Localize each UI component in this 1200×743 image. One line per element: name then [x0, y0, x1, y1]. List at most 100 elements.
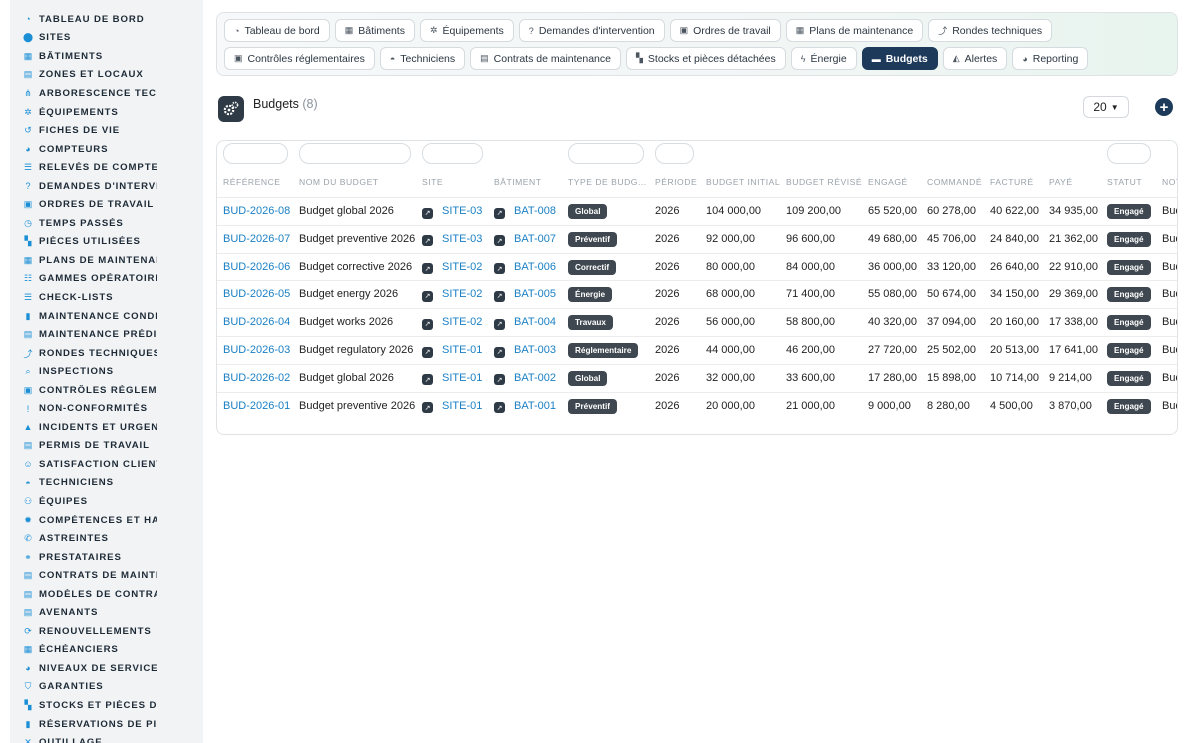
column-header-4[interactable]: TYPE DE BUDG... — [568, 177, 647, 187]
table-row[interactable]: BUD-2026-03 Budget regulatory 2026 ↗ SITE-0… — [217, 336, 1177, 364]
sidebar-item-24[interactable]: ☺ SATISFACTION CLIENT — [10, 455, 203, 474]
site-link[interactable]: SITE-03 — [442, 233, 482, 245]
sidebar-item-21[interactable]: ! NON-CONFORMITÉS — [10, 399, 203, 418]
open-link-icon[interactable]: ↗ — [422, 263, 433, 275]
sidebar-item-34[interactable]: ▦ ÉCHÉANCIERS — [10, 641, 203, 660]
column-header-12[interactable]: STATUT — [1107, 177, 1142, 187]
table-row[interactable]: BUD-2026-08 Budget global 2026 ↗ SITE-03 ↗ BA… — [217, 197, 1177, 225]
filter-budget-type[interactable] — [568, 143, 644, 164]
building-link[interactable]: BAT-005 — [514, 288, 556, 300]
sidebar-item-28[interactable]: ✆ ASTREINTES — [10, 529, 203, 548]
open-link-icon[interactable]: ↗ — [422, 318, 433, 330]
open-link-icon[interactable]: ↗ — [494, 207, 505, 219]
sidebar-item-26[interactable]: ⚇ ÉQUIPES — [10, 492, 203, 511]
open-link-icon[interactable]: ↗ — [422, 346, 433, 358]
column-header-3[interactable]: BÂTIMENT — [494, 177, 541, 187]
column-header-13[interactable]: NOT — [1162, 177, 1177, 187]
sidebar-item-8[interactable]: ☰ RELEVÉS DE COMPTEURS — [10, 158, 203, 177]
column-header-6[interactable]: BUDGET INITIAL — [706, 177, 780, 187]
sidebar-item-7[interactable]: ◕ COMPTEURS — [10, 140, 203, 159]
sidebar-item-6[interactable]: ↺ FICHES DE VIE — [10, 121, 203, 140]
nav-tab-row2-0[interactable]: ▣ Contrôles réglementaires — [224, 47, 375, 70]
site-link[interactable]: SITE-01 — [442, 400, 482, 412]
nav-tab-row1-4[interactable]: ▣ Ordres de travail — [669, 19, 781, 42]
open-link-icon[interactable]: ↗ — [422, 235, 433, 247]
column-header-0[interactable]: RÉFÉRENCE — [223, 177, 281, 187]
sidebar-item-17[interactable]: ▤ MAINTENANCE PRÉDICTIVE — [10, 325, 203, 344]
open-link-icon[interactable]: ↗ — [494, 374, 505, 386]
filter-budget-name[interactable] — [299, 143, 411, 164]
nav-tab-row1-5[interactable]: ▦ Plans de maintenance — [785, 19, 924, 42]
sidebar-item-12[interactable]: ▚ PIÈCES UTILISÉES — [10, 233, 203, 252]
nav-tab-row2-2[interactable]: ▤ Contrats de maintenance — [470, 47, 621, 70]
column-header-1[interactable]: NOM DU BUDGET — [299, 177, 379, 187]
nav-tab-row1-6[interactable]: ⤴ Rondes techniques — [928, 19, 1053, 42]
open-link-icon[interactable]: ↗ — [422, 290, 433, 302]
building-link[interactable]: BAT-007 — [514, 233, 556, 245]
sidebar-item-14[interactable]: ☷ GAMMES OPÉRATOIRES — [10, 270, 203, 289]
filter-status[interactable] — [1107, 143, 1151, 164]
nav-tab-row1-3[interactable]: ? Demandes d'intervention — [518, 19, 665, 42]
building-link[interactable]: BAT-008 — [514, 205, 556, 217]
sidebar-item-30[interactable]: ▤ CONTRATS DE MAINTENANCE — [10, 566, 203, 585]
building-link[interactable]: BAT-006 — [514, 261, 556, 273]
sidebar-item-31[interactable]: ▤ MODÈLES DE CONTRATS — [10, 585, 203, 604]
column-header-2[interactable]: SITE — [422, 177, 443, 187]
reference-link[interactable]: BUD-2026-04 — [223, 316, 290, 328]
open-link-icon[interactable]: ↗ — [494, 263, 505, 275]
open-link-icon[interactable]: ↗ — [494, 402, 505, 414]
nav-tab-row1-2[interactable]: ✲ Équipements — [419, 19, 514, 42]
sidebar-item-23[interactable]: ▤ PERMIS DE TRAVAIL — [10, 437, 203, 456]
column-header-8[interactable]: ENGAGÉ — [868, 177, 908, 187]
sidebar-item-25[interactable]: ◓ TECHNICIENS — [10, 474, 203, 493]
column-header-7[interactable]: BUDGET RÉVISÉ — [786, 177, 862, 187]
column-header-11[interactable]: PAYÉ — [1049, 177, 1073, 187]
nav-tab-row2-6[interactable]: ◭ Alertes — [942, 47, 1008, 70]
site-link[interactable]: SITE-01 — [442, 344, 482, 356]
building-link[interactable]: BAT-002 — [514, 372, 556, 384]
open-link-icon[interactable]: ↗ — [494, 290, 505, 302]
table-row[interactable]: BUD-2026-04 Budget works 2026 ↗ SITE-02 ↗ BAT… — [217, 308, 1177, 336]
sidebar-item-15[interactable]: ☰ CHECK-LISTS — [10, 288, 203, 307]
reference-link[interactable]: BUD-2026-05 — [223, 288, 290, 300]
nav-tab-row1-1[interactable]: ▦ Bâtiments — [334, 19, 415, 42]
column-header-10[interactable]: FACTURÉ — [990, 177, 1034, 187]
sidebar-item-19[interactable]: ⌕ INSPECTIONS — [10, 362, 203, 381]
nav-tab-row2-7[interactable]: ◕ Reporting — [1012, 47, 1089, 70]
column-header-5[interactable]: PÉRIODE — [655, 177, 697, 187]
reference-link[interactable]: BUD-2026-02 — [223, 372, 290, 384]
site-link[interactable]: SITE-03 — [442, 205, 482, 217]
sidebar-item-18[interactable]: ⤴ RONDES TECHNIQUES — [10, 344, 203, 363]
nav-tab-row1-0[interactable]: ◔ Tableau de bord — [224, 19, 330, 42]
per-page-select[interactable]: 20 ▼ — [1083, 96, 1129, 118]
sidebar-item-27[interactable]: ✹ COMPÉTENCES ET HABILITATIONS — [10, 511, 203, 530]
sidebar-item-0[interactable]: ◔ TABLEAU DE BORD — [10, 10, 203, 29]
reference-link[interactable]: BUD-2026-01 — [223, 400, 290, 412]
reference-link[interactable]: BUD-2026-06 — [223, 261, 290, 273]
sidebar-item-10[interactable]: ▣ ORDRES DE TRAVAIL — [10, 195, 203, 214]
filter-site[interactable] — [422, 143, 483, 164]
sidebar-item-29[interactable]: ⚭ PRESTATAIRES — [10, 548, 203, 567]
site-link[interactable]: SITE-02 — [442, 288, 482, 300]
sidebar-item-20[interactable]: ▣ CONTRÔLES RÉGLEMENTAIRES — [10, 381, 203, 400]
sidebar-item-38[interactable]: ▮ RÉSERVATIONS DE PIÈCES — [10, 715, 203, 734]
sidebar-item-33[interactable]: ⟳ RENOUVELLEMENTS — [10, 622, 203, 641]
building-link[interactable]: BAT-003 — [514, 344, 556, 356]
reference-link[interactable]: BUD-2026-03 — [223, 344, 290, 356]
sidebar-item-22[interactable]: ▲ INCIDENTS ET URGENCES — [10, 418, 203, 437]
table-row[interactable]: BUD-2026-05 Budget energy 2026 ↗ SITE-02 ↗ BA… — [217, 280, 1177, 308]
sidebar-item-2[interactable]: ▦ BÂTIMENTS — [10, 47, 203, 66]
sidebar-item-1[interactable]: ⬤ SITES — [10, 29, 203, 48]
site-link[interactable]: SITE-02 — [442, 261, 482, 273]
sidebar-item-36[interactable]: ⛉ GARANTIES — [10, 678, 203, 697]
sidebar-item-9[interactable]: ? DEMANDES D'INTERVENTION — [10, 177, 203, 196]
sidebar-item-13[interactable]: ▦ PLANS DE MAINTENANCE — [10, 251, 203, 270]
open-link-icon[interactable]: ↗ — [422, 374, 433, 386]
sidebar-item-4[interactable]: ⋔ ARBORESCENCE TECHNIQUE — [10, 84, 203, 103]
sidebar-item-3[interactable]: ▤ ZONES ET LOCAUX — [10, 66, 203, 85]
filter-period[interactable] — [655, 143, 694, 164]
building-link[interactable]: BAT-001 — [514, 400, 556, 412]
table-row[interactable]: BUD-2026-06 Budget corrective 2026 ↗ SITE-0… — [217, 252, 1177, 281]
table-row[interactable]: BUD-2026-02 Budget global 2026 ↗ SITE-01 ↗ BA… — [217, 363, 1177, 392]
table-row[interactable]: BUD-2026-01 Budget preventive 2026 ↗ SITE-0… — [217, 391, 1177, 420]
